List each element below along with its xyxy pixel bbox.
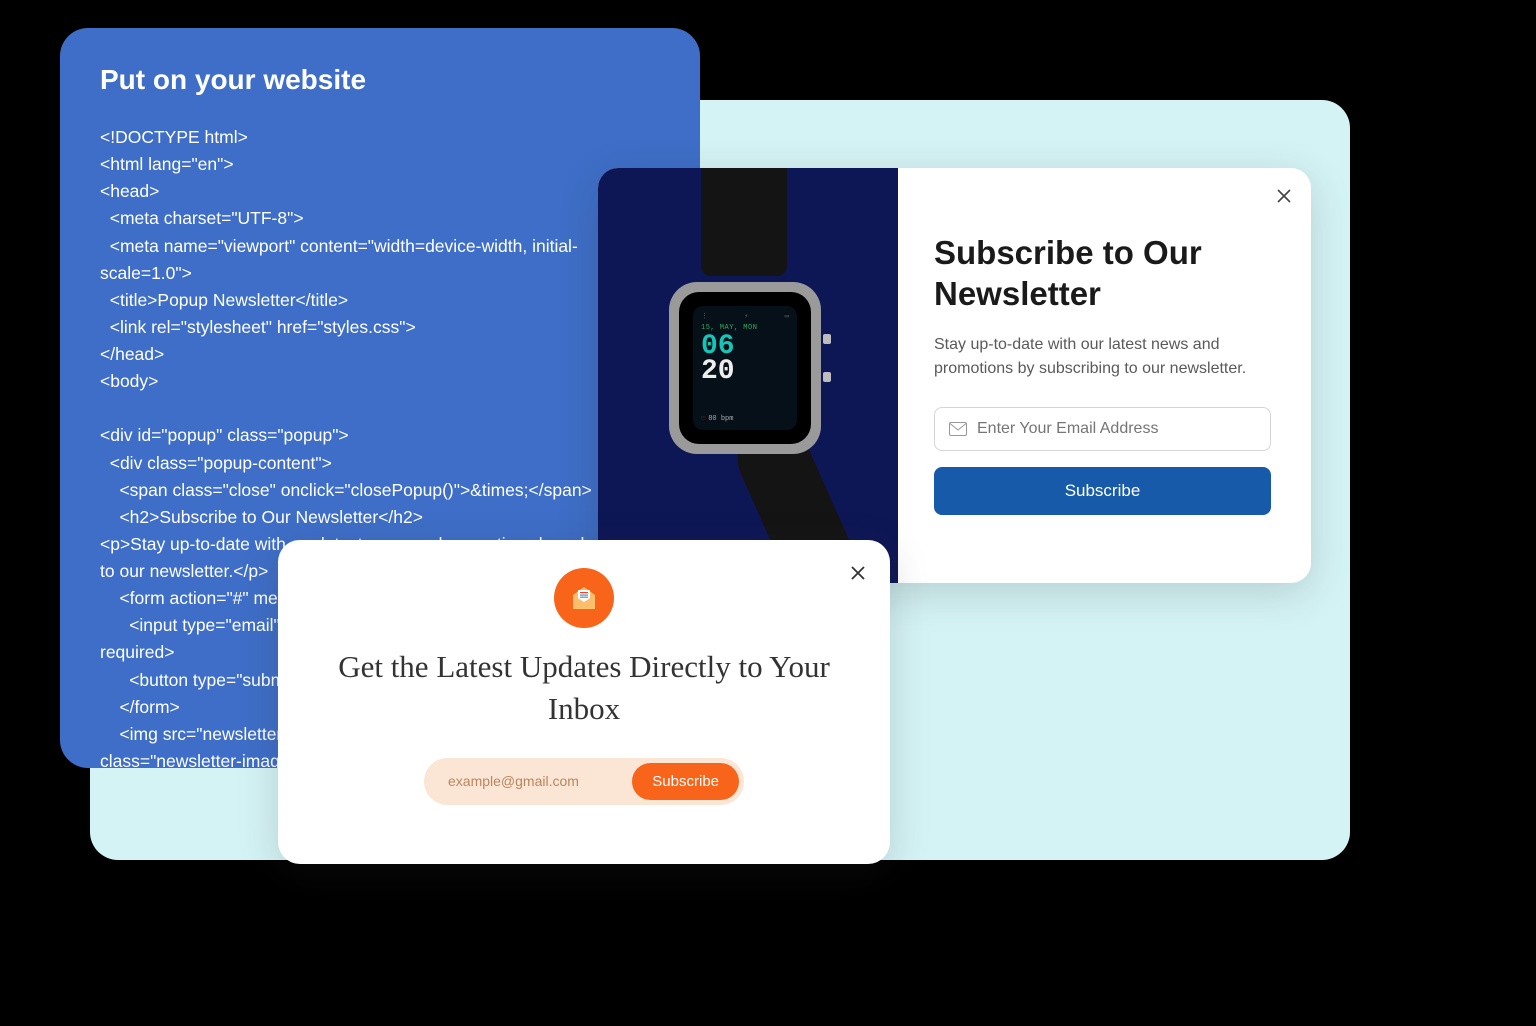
code-card-title: Put on your website bbox=[100, 64, 660, 96]
watch-illustration: ⋮⚡▭ 15, MAY, MON 06 20 ♡80 bpm bbox=[598, 168, 898, 583]
close-icon bbox=[1277, 189, 1291, 203]
popup-heading: Subscribe to Our Newsletter bbox=[934, 232, 1271, 315]
mail-icon-circle bbox=[554, 568, 614, 628]
watch-strap bbox=[701, 168, 787, 276]
watch-bpm: ♡80 bpm bbox=[701, 415, 789, 424]
watch-case: ⋮⚡▭ 15, MAY, MON 06 20 ♡80 bpm bbox=[669, 282, 821, 454]
popup-body: Stay up-to-date with our latest news and… bbox=[934, 333, 1271, 381]
email-input[interactable] bbox=[977, 420, 1256, 438]
popup-heading: Get the Latest Updates Directly to Your … bbox=[322, 646, 846, 730]
close-icon bbox=[850, 565, 866, 581]
email-pill: Subscribe bbox=[424, 758, 744, 805]
watch-minute: 20 bbox=[701, 359, 789, 384]
subscribe-button[interactable]: Subscribe bbox=[934, 467, 1271, 515]
watch-screen: ⋮⚡▭ 15, MAY, MON 06 20 ♡80 bpm bbox=[693, 306, 797, 430]
watch-hour: 06 bbox=[701, 334, 789, 359]
watch-crown bbox=[823, 334, 831, 344]
envelope-icon bbox=[949, 422, 967, 436]
open-envelope-icon bbox=[569, 583, 599, 613]
close-button[interactable] bbox=[850, 560, 866, 588]
newsletter-popup-inbox: Get the Latest Updates Directly to Your … bbox=[278, 540, 890, 864]
watch-crown bbox=[823, 372, 831, 382]
newsletter-popup-watch: ⋮⚡▭ 15, MAY, MON 06 20 ♡80 bpm Subscribe… bbox=[598, 168, 1311, 583]
email-field-wrap[interactable] bbox=[934, 407, 1271, 451]
close-button[interactable] bbox=[1277, 186, 1291, 209]
subscribe-button[interactable]: Subscribe bbox=[632, 763, 739, 800]
email-input[interactable] bbox=[448, 773, 632, 789]
